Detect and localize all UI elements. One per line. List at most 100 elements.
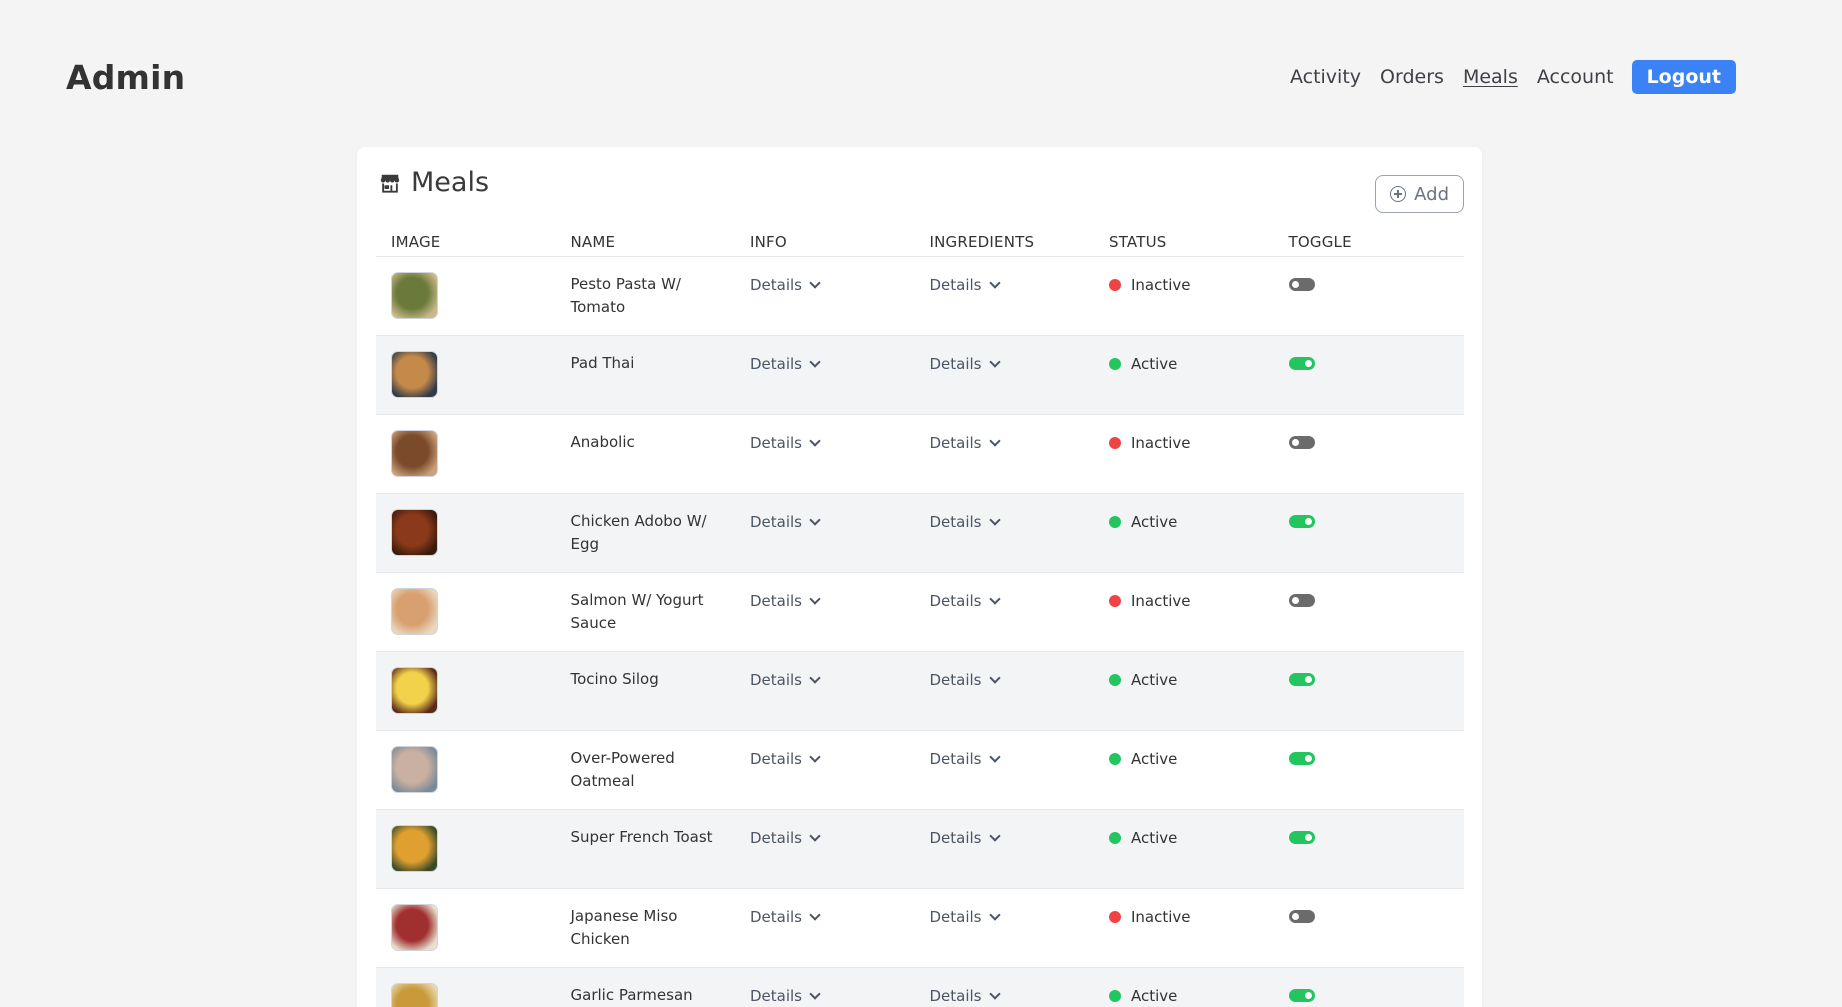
card-header: Meals xyxy=(379,167,489,198)
info-cell: Details xyxy=(735,257,915,335)
status-dot-icon xyxy=(1109,674,1121,686)
meal-thumbnail xyxy=(391,351,438,398)
status-badge: Active xyxy=(1109,829,1177,847)
ingredients-details-dropdown[interactable]: Details xyxy=(929,829,1001,847)
active-toggle[interactable] xyxy=(1288,989,1315,1002)
ingredients-details-label: Details xyxy=(929,355,982,373)
status-label: Inactive xyxy=(1131,276,1191,294)
info-details-dropdown[interactable]: Details xyxy=(750,829,821,847)
name-cell: Salmon W/ Yogurt Sauce xyxy=(556,573,736,651)
name-cell: Pad Thai xyxy=(556,336,736,414)
status-dot-icon xyxy=(1109,832,1121,844)
image-cell xyxy=(376,889,556,967)
meal-thumbnail xyxy=(391,825,438,872)
active-toggle[interactable] xyxy=(1288,436,1315,449)
plus-circle-icon xyxy=(1390,186,1407,202)
chevron-down-icon xyxy=(809,514,821,526)
info-details-label: Details xyxy=(750,434,803,452)
status-cell: Inactive xyxy=(1094,889,1274,967)
header-image: IMAGE xyxy=(391,233,441,251)
image-cell xyxy=(376,573,556,651)
status-cell: Active xyxy=(1094,494,1274,572)
ingredients-details-label: Details xyxy=(929,987,982,1005)
chevron-down-icon xyxy=(809,277,821,289)
status-label: Inactive xyxy=(1131,592,1191,610)
nav-account[interactable]: Account xyxy=(1537,66,1614,88)
info-cell: Details xyxy=(735,336,915,414)
top-bar: Admin Activity Orders Meals Account Logo… xyxy=(0,0,1842,120)
logout-button[interactable]: Logout xyxy=(1631,60,1736,94)
meal-name: Chicken Adobo W/ Egg xyxy=(570,512,707,553)
ingredients-details-dropdown[interactable]: Details xyxy=(929,355,1001,373)
info-details-dropdown[interactable]: Details xyxy=(750,434,821,452)
info-details-label: Details xyxy=(750,908,803,926)
active-toggle[interactable] xyxy=(1288,357,1315,370)
active-toggle[interactable] xyxy=(1288,910,1315,923)
info-details-label: Details xyxy=(750,513,803,531)
meal-name: Tocino Silog xyxy=(570,670,659,688)
chevron-down-icon xyxy=(988,988,1001,1000)
ingredients-details-label: Details xyxy=(929,829,982,847)
info-details-dropdown[interactable]: Details xyxy=(750,750,821,768)
info-details-dropdown[interactable]: Details xyxy=(750,671,821,689)
info-details-dropdown[interactable]: Details xyxy=(750,355,821,373)
ingredients-details-dropdown[interactable]: Details xyxy=(929,987,1001,1005)
status-badge: Active xyxy=(1109,750,1177,768)
image-cell xyxy=(376,494,556,572)
ingredients-details-dropdown[interactable]: Details xyxy=(930,276,1001,294)
info-details-dropdown[interactable]: Details xyxy=(750,592,821,610)
status-cell: Active xyxy=(1094,336,1274,414)
status-dot-icon xyxy=(1109,437,1121,449)
ingredients-details-dropdown[interactable]: Details xyxy=(929,908,1001,926)
ingredients-details-dropdown[interactable]: Details xyxy=(930,434,1001,452)
table-row: Anabolic Details Details Inactive xyxy=(376,415,1464,494)
table-row: Tocino Silog Details Details Active xyxy=(376,652,1464,731)
meal-thumbnail xyxy=(391,746,438,793)
info-cell: Details xyxy=(735,731,915,809)
toggle-cell xyxy=(1274,415,1464,493)
nav-orders[interactable]: Orders xyxy=(1380,66,1444,88)
active-toggle[interactable] xyxy=(1288,278,1315,291)
ingredients-details-label: Details xyxy=(929,513,982,531)
meal-thumbnail xyxy=(391,430,438,477)
meal-thumbnail xyxy=(391,509,438,556)
chevron-down-icon xyxy=(988,593,1001,605)
info-details-dropdown[interactable]: Details xyxy=(750,908,821,926)
brand-title: Admin xyxy=(66,58,186,97)
table-row: Pesto Pasta W/ Tomato Details Details Inact… xyxy=(376,257,1464,336)
ingredients-details-dropdown[interactable]: Details xyxy=(929,592,1001,610)
active-toggle[interactable] xyxy=(1288,831,1315,844)
image-cell xyxy=(376,731,556,809)
active-toggle[interactable] xyxy=(1288,594,1315,607)
active-toggle[interactable] xyxy=(1288,515,1315,528)
image-cell xyxy=(376,415,556,493)
info-details-dropdown[interactable]: Details xyxy=(750,276,821,294)
image-cell xyxy=(376,652,556,730)
status-label: Active xyxy=(1131,513,1178,531)
status-label: Inactive xyxy=(1131,434,1191,452)
status-badge: Active xyxy=(1109,671,1177,689)
ingredients-details-dropdown[interactable]: Details xyxy=(930,671,1001,689)
status-cell: Inactive xyxy=(1094,415,1274,493)
ingredients-details-dropdown[interactable]: Details xyxy=(929,513,1001,531)
ingredients-cell: Details xyxy=(915,968,1095,1007)
ingredients-details-label: Details xyxy=(929,908,982,926)
info-cell: Details xyxy=(735,968,915,1007)
chevron-down-icon xyxy=(809,435,821,447)
nav-meals[interactable]: Meals xyxy=(1463,66,1518,88)
header-info: INFO xyxy=(750,233,787,251)
image-cell xyxy=(376,336,556,414)
name-cell: Anabolic xyxy=(556,415,736,493)
ingredients-details-label: Details xyxy=(929,592,982,610)
toggle-cell xyxy=(1274,652,1464,730)
ingredients-cell: Details xyxy=(915,336,1095,414)
nav-activity[interactable]: Activity xyxy=(1290,66,1361,88)
info-details-dropdown[interactable]: Details xyxy=(750,513,821,531)
active-toggle[interactable] xyxy=(1288,752,1315,765)
status-label: Active xyxy=(1131,829,1178,847)
active-toggle[interactable] xyxy=(1288,673,1315,686)
ingredients-details-dropdown[interactable]: Details xyxy=(930,750,1001,768)
add-meal-button[interactable]: Add xyxy=(1375,175,1464,213)
info-details-dropdown[interactable]: Details xyxy=(750,987,821,1005)
status-label: Active xyxy=(1131,750,1178,768)
